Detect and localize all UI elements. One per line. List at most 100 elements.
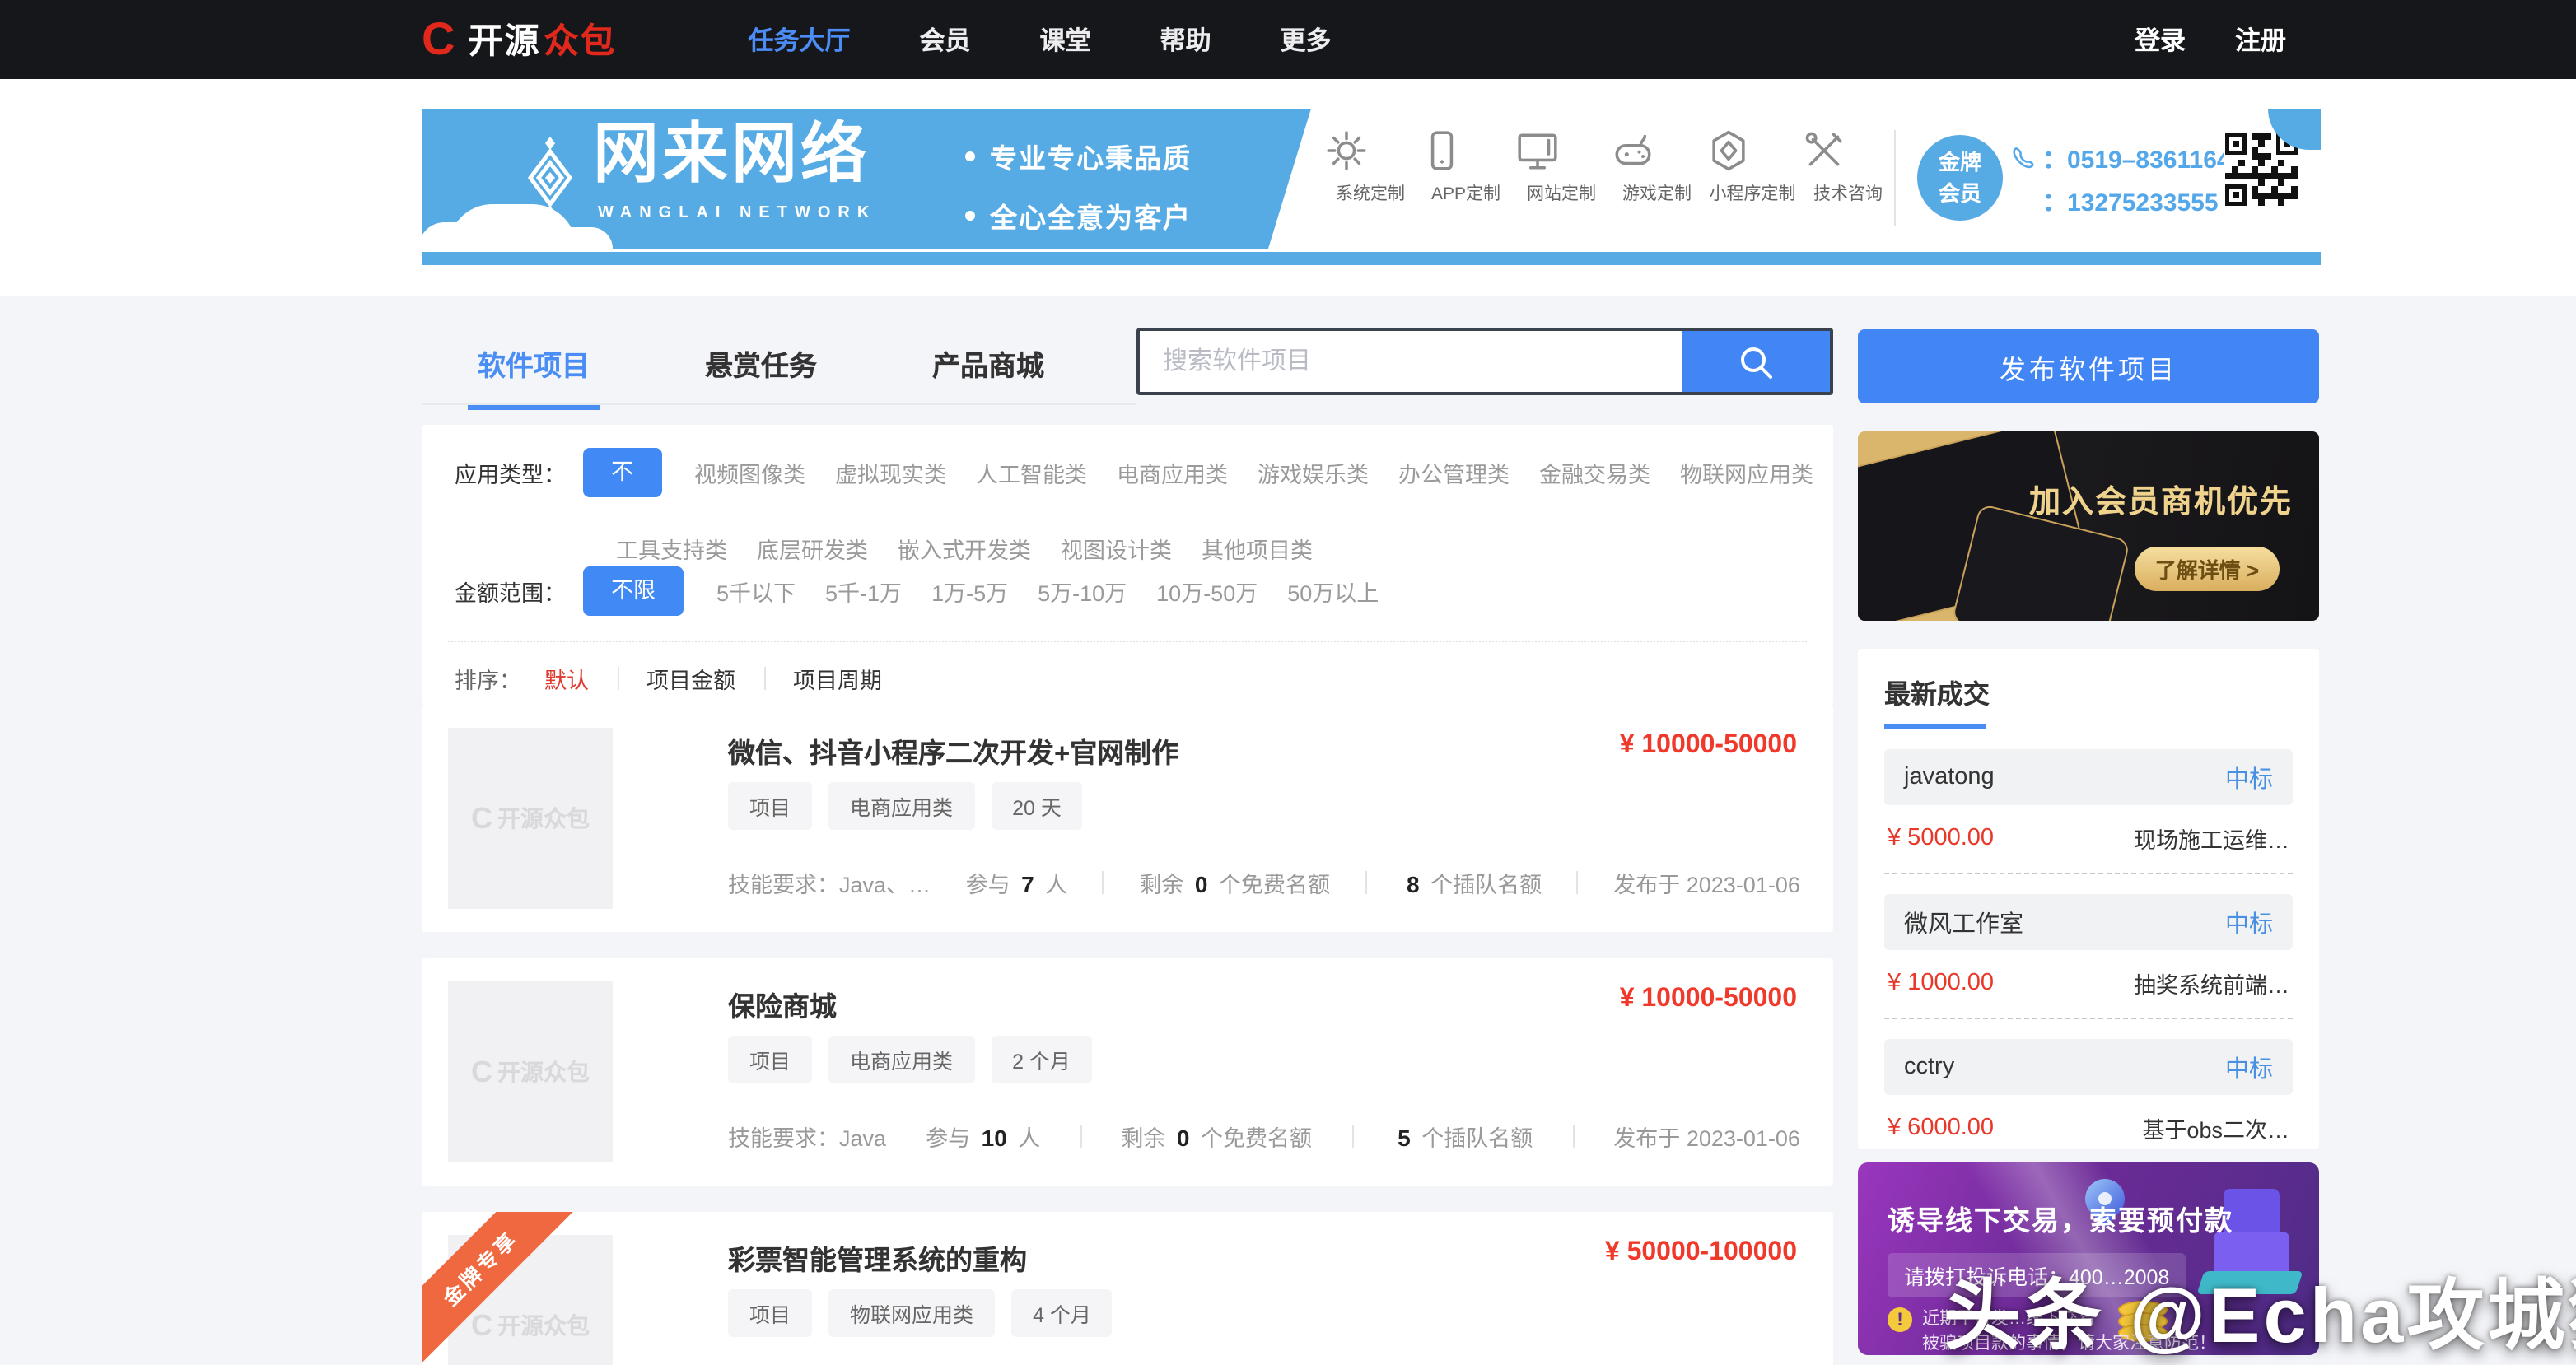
latest-deals-card: 最新成交 javatong中标¥ 5000.00现场施工运维…微风工作室中标¥ … [1858, 649, 2319, 1149]
project-thumbnail: C开源众包 [448, 981, 613, 1162]
deal-winner-name: javatong [1904, 764, 1995, 790]
project-list: C开源众包微信、抖音小程序二次开发+官网制作¥ 10000-50000项目电商应… [422, 705, 1833, 1365]
deal-winner-name: 微风工作室 [1904, 905, 2023, 939]
site-logo[interactable]: C 开源 众包 [422, 15, 616, 64]
deal-body: ¥ 6000.00基于obs二次… [1884, 1095, 2293, 1149]
banner-divider [1894, 130, 1896, 226]
tab-0[interactable]: 软件项目 [478, 342, 590, 384]
filter-amount-6[interactable]: 50万以上 [1287, 575, 1379, 608]
filter-amount-4[interactable]: 5万-10万 [1038, 575, 1127, 608]
meta-divider [1365, 871, 1367, 894]
nav-item-1[interactable]: 会员 [920, 21, 971, 58]
search-input[interactable] [1140, 331, 1682, 392]
filter-type-b-3[interactable]: 视图设计类 [1061, 532, 1172, 565]
project-tag: 电商应用类 [828, 782, 974, 830]
deal-winner-name: cctry [1904, 1054, 1954, 1080]
nav-item-4[interactable]: 更多 [1281, 21, 1332, 58]
deal-status-badge: 中标 [2225, 760, 2273, 794]
service-item: APP定制 [1420, 128, 1512, 206]
main-column: 应用类型： 不限视频图像类虚拟现实类人工智能类电商应用类游戏娱乐类办公管理类金融… [422, 425, 1833, 1365]
filter-type-2[interactable]: 虚拟现实类 [835, 456, 946, 489]
project-card[interactable]: C开源众包微信、抖音小程序二次开发+官网制作¥ 10000-50000项目电商应… [422, 705, 1833, 932]
service-item: 小程序定制 [1706, 128, 1799, 206]
register-link[interactable]: 注册 [2235, 21, 2286, 58]
sort-option-1[interactable]: 项目金额 [646, 662, 735, 695]
filter-type-0[interactable]: 不限 [583, 448, 661, 497]
filter-amount-2[interactable]: 5千-1万 [825, 575, 902, 608]
filter-type-label: 应用类型： [455, 456, 583, 489]
filter-amount-5[interactable]: 10万-50万 [1156, 575, 1258, 608]
deal-header: javatong 中标 [1884, 749, 2293, 805]
service-item: 网站定制 [1515, 128, 1608, 206]
project-title[interactable]: 微信、抖音小程序二次开发+官网制作 [728, 731, 1178, 771]
project-card[interactable]: C开源众包保险商城¥ 10000-50000项目电商应用类2 个月技能要求：Ja… [422, 958, 1833, 1186]
search-box [1136, 328, 1833, 395]
filter-amount-1[interactable]: 5千以下 [716, 575, 796, 608]
nav-item-3[interactable]: 帮助 [1160, 21, 1211, 58]
membership-ad-banner[interactable]: 加入会员商机优先 了解详情 > [1858, 431, 2319, 621]
login-link[interactable]: 登录 [2135, 21, 2186, 58]
project-meta: 技能要求：Java参与 10 人剩余 0 个免费名额5 个插队名额发布于 202… [728, 1120, 1800, 1153]
filter-type-5[interactable]: 游戏娱乐类 [1258, 456, 1369, 489]
placeholder-logo-text: 开源众包 [497, 802, 590, 835]
filter-type-1[interactable]: 视频图像类 [694, 456, 805, 489]
tab-2[interactable]: 产品商城 [932, 342, 1044, 384]
deal-description: 基于obs二次… [2142, 1111, 2289, 1144]
filter-type-4[interactable]: 电商应用类 [1117, 456, 1228, 489]
project-card[interactable]: 金牌专享C开源众包彩票智能管理系统的重构¥ 50000-100000项目物联网应… [422, 1212, 1833, 1365]
filter-type-b-4[interactable]: 其他项目类 [1202, 532, 1313, 565]
project-title[interactable]: 保险商城 [728, 985, 837, 1024]
project-tag: 4 个月 [1011, 1289, 1113, 1337]
project-thumbnail: C开源众包 [448, 728, 613, 909]
deal-item[interactable]: 微风工作室中标¥ 1000.00抽奖系统前端… [1884, 894, 2293, 1019]
nav-item-0[interactable]: 任务大厅 [748, 21, 850, 58]
sort-option-0[interactable]: 默认 [544, 662, 589, 695]
project-title[interactable]: 彩票智能管理系统的重构 [728, 1238, 1027, 1278]
meta-divider [1572, 1125, 1574, 1148]
filter-type-3[interactable]: 人工智能类 [976, 456, 1087, 489]
placeholder-logo-text: 开源众包 [497, 1309, 590, 1342]
phone-number: ：13275233555 [2042, 184, 2219, 218]
deal-amount: ¥ 5000.00 [1888, 825, 1994, 851]
slogan-line: 全心全意为客户 [965, 193, 1192, 239]
filter-amount-0[interactable]: 不限 [583, 566, 684, 616]
filter-type-b-1[interactable]: 底层研发类 [757, 532, 868, 565]
filter-type-6[interactable]: 办公管理类 [1398, 456, 1510, 489]
filter-type-b-0[interactable]: 工具支持类 [616, 532, 727, 565]
service-label: 网站定制 [1515, 181, 1608, 206]
membership-ad-cta[interactable]: 了解详情 > [2135, 547, 2280, 591]
brand-name-en: WANGLAI NETWORK [598, 204, 876, 222]
filter-amount-3[interactable]: 1万-5万 [931, 575, 1008, 608]
slogan-line: 专业专心秉品质 [965, 133, 1192, 179]
nav-right: 登录 注册 [2135, 21, 2286, 58]
meta-divider [1103, 871, 1104, 894]
vendor-banner[interactable]: 网来网络 WANGLAI NETWORK 专业专心秉品质 全心全意为客户 系统定… [422, 109, 2321, 265]
nav-item-2[interactable]: 课堂 [1040, 21, 1091, 58]
phone-number: ：0519–83611649 [2042, 141, 2244, 175]
service-label: 系统定制 [1324, 181, 1416, 206]
watermark-text: 头条 @Echa攻城狮 [1944, 1251, 2576, 1365]
project-tags: 项目物联网应用类4 个月 [728, 1289, 1113, 1337]
sort-option-2[interactable]: 项目周期 [793, 662, 882, 695]
filter-type-8[interactable]: 物联网应用类 [1680, 456, 1813, 489]
project-tag: 项目 [728, 1289, 812, 1337]
service-label: 技术咨询 [1802, 181, 1894, 206]
publish-project-button[interactable]: 发布软件项目 [1858, 329, 2319, 403]
filter-type-7[interactable]: 金融交易类 [1539, 456, 1650, 489]
deal-item[interactable]: cctry中标¥ 6000.00基于obs二次… [1884, 1039, 2293, 1149]
filter-type-b-2[interactable]: 嵌入式开发类 [898, 532, 1031, 565]
search-button[interactable] [1682, 331, 1830, 392]
deal-item[interactable]: javatong中标¥ 5000.00现场施工运维… [1884, 749, 2293, 874]
project-tags: 项目电商应用类20 天 [728, 782, 1083, 830]
site-logo-text-2: 众包 [544, 15, 616, 64]
tab-1[interactable]: 悬赏任务 [705, 342, 817, 384]
project-tag: 2 个月 [991, 1036, 1092, 1083]
sort-divider [763, 667, 765, 690]
nav-menu: 任务大厅 会员 课堂 帮助 更多 [748, 21, 1331, 58]
deal-header: 微风工作室中标 [1884, 894, 2293, 950]
sidebar: 发布软件项目 加入会员商机优先 了解详情 > 最新成交 javatong中标¥ … [1858, 329, 2319, 1355]
banner-services: 系统定制APP定制网站定制游戏定制小程序定制技术咨询 [1324, 128, 1897, 206]
filter-amount-label: 金额范围： [455, 575, 583, 608]
title-underline [1884, 724, 1986, 729]
placeholder-logo-icon: C [471, 801, 492, 836]
